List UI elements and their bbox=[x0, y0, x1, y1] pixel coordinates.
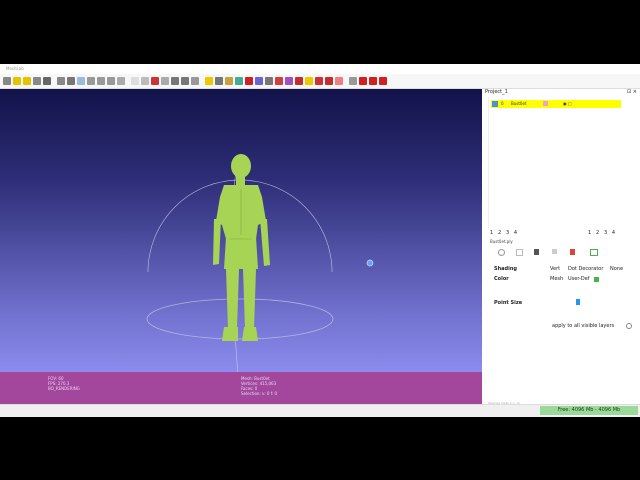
point-size-slider[interactable] bbox=[576, 299, 580, 305]
viewport-info-mid: Mesh: Bust0et Vertices: 415,063 Faces: 0… bbox=[241, 376, 277, 396]
points-icon[interactable] bbox=[107, 77, 115, 85]
delete-red-icon[interactable] bbox=[369, 77, 377, 85]
brush-icon[interactable] bbox=[215, 77, 223, 85]
window-title: MeshLab bbox=[6, 66, 24, 71]
filter-icon[interactable] bbox=[275, 77, 283, 85]
light-icon[interactable] bbox=[161, 77, 169, 85]
wire-mode-icon[interactable] bbox=[516, 249, 523, 256]
render-mode-icons bbox=[494, 249, 624, 257]
layer-panel: Project_1 ⊡ × 0 Bust0et ▣ ▢ 1 2 3 4 1 2 … bbox=[482, 89, 640, 415]
layers-icon[interactable] bbox=[43, 77, 51, 85]
memory-status: Free: 4096 Mb - 4096 Mb bbox=[540, 406, 638, 415]
flat-mode-icon[interactable] bbox=[534, 249, 539, 255]
view-icon[interactable] bbox=[335, 77, 343, 85]
layer-row[interactable]: 0 Bust0et ▣ ▢ bbox=[491, 100, 621, 108]
panel-header: Project_1 ⊡ × bbox=[485, 89, 637, 96]
visibility-eye-icon[interactable] bbox=[492, 101, 498, 107]
shading-dot-option[interactable]: Dot Decorator bbox=[568, 266, 603, 272]
selection-text: Selection: v: 0 f: 0 bbox=[241, 391, 278, 396]
title-bar: MeshLab bbox=[0, 64, 640, 74]
texture-mode-icon[interactable] bbox=[570, 249, 575, 255]
smooth-mode-icon[interactable] bbox=[552, 249, 557, 254]
open-icon[interactable] bbox=[3, 77, 11, 85]
apply-all-checkbox[interactable] bbox=[626, 323, 632, 329]
layer-index: 0 bbox=[501, 101, 504, 106]
main-toolbar bbox=[0, 74, 640, 89]
flat-icon[interactable] bbox=[131, 77, 139, 85]
points-mode-icon[interactable] bbox=[498, 249, 505, 256]
3d-viewport[interactable]: FOV: 60 FPS: 270.3 BO_RENDERING Mesh: Bu… bbox=[0, 89, 482, 404]
trackball-ring bbox=[146, 298, 334, 340]
gear-icon[interactable] bbox=[171, 77, 179, 85]
panel-close-icon[interactable]: ⊡ × bbox=[627, 89, 637, 96]
save-icon[interactable] bbox=[33, 77, 41, 85]
bbox-mode-icon[interactable] bbox=[590, 249, 598, 256]
smooth-icon[interactable] bbox=[141, 77, 149, 85]
snapshot-icon[interactable] bbox=[57, 77, 65, 85]
new-project-icon[interactable] bbox=[13, 77, 21, 85]
move-icon[interactable] bbox=[191, 77, 199, 85]
paint-icon[interactable] bbox=[245, 77, 253, 85]
wire-icon[interactable] bbox=[117, 77, 125, 85]
color-mesh-option[interactable]: Mesh bbox=[550, 276, 563, 282]
render-mode-text: BO_RENDERING bbox=[48, 386, 80, 391]
tabs-left[interactable]: 1 2 3 4 bbox=[490, 230, 517, 236]
settings-icon[interactable] bbox=[349, 77, 357, 85]
annotate-icon[interactable] bbox=[205, 77, 213, 85]
box-icon[interactable] bbox=[97, 77, 105, 85]
viewport-info-left: FOV: 60 FPS: 270.3 BO_RENDERING bbox=[48, 376, 80, 391]
scene-svg bbox=[146, 154, 374, 400]
render-icon[interactable] bbox=[67, 77, 75, 85]
mark-icon[interactable] bbox=[315, 77, 323, 85]
color-label: Color bbox=[494, 276, 509, 282]
color-icon[interactable] bbox=[255, 77, 263, 85]
shading-none-option[interactable]: None bbox=[610, 266, 623, 272]
mesh-file-name: Bust0et.ply bbox=[490, 239, 513, 244]
status-bar: Free: 4096 Mb - 4096 Mb bbox=[0, 404, 640, 417]
delete-icon[interactable] bbox=[379, 77, 387, 85]
shading-label: Shading bbox=[494, 266, 517, 272]
layer-info-icon[interactable]: ▣ ▢ bbox=[563, 100, 572, 108]
align-icon[interactable] bbox=[265, 77, 273, 85]
measure2-icon[interactable] bbox=[285, 77, 293, 85]
panel-title: Project_1 bbox=[485, 89, 508, 95]
shading-vert-option[interactable]: Vert bbox=[550, 266, 560, 272]
import-icon[interactable] bbox=[23, 77, 31, 85]
meshlab-window: MeshLab FOV: 60 FPS: 270.3 BO_RENDERING … bbox=[0, 64, 640, 417]
grid-icon[interactable] bbox=[181, 77, 189, 85]
edit-icon[interactable] bbox=[77, 77, 85, 85]
layer-list[interactable]: 0 Bust0et ▣ ▢ bbox=[488, 97, 623, 229]
texture-icon[interactable] bbox=[151, 77, 159, 85]
point-size-label: Point Size bbox=[494, 300, 523, 306]
select-vertex-icon[interactable] bbox=[295, 77, 303, 85]
select-icon[interactable] bbox=[87, 77, 95, 85]
clean-icon[interactable] bbox=[325, 77, 333, 85]
color-swatch[interactable] bbox=[594, 277, 599, 282]
point-pick-icon[interactable] bbox=[235, 77, 243, 85]
layer-tag-icon bbox=[543, 101, 548, 106]
viewport-info-bar: FOV: 60 FPS: 270.3 BO_RENDERING Mesh: Bu… bbox=[0, 372, 482, 404]
tabs-right[interactable]: 1 2 3 4 bbox=[588, 230, 615, 236]
layer-name: Bust0et bbox=[511, 101, 527, 106]
color-user-option[interactable]: User-Def bbox=[568, 276, 590, 282]
apply-all-label: apply to all visible layers bbox=[552, 323, 615, 329]
info-icon[interactable] bbox=[305, 77, 313, 85]
light-indicator-icon[interactable] bbox=[366, 259, 374, 267]
measure-icon[interactable] bbox=[225, 77, 233, 85]
tool-red-icon[interactable] bbox=[359, 77, 367, 85]
